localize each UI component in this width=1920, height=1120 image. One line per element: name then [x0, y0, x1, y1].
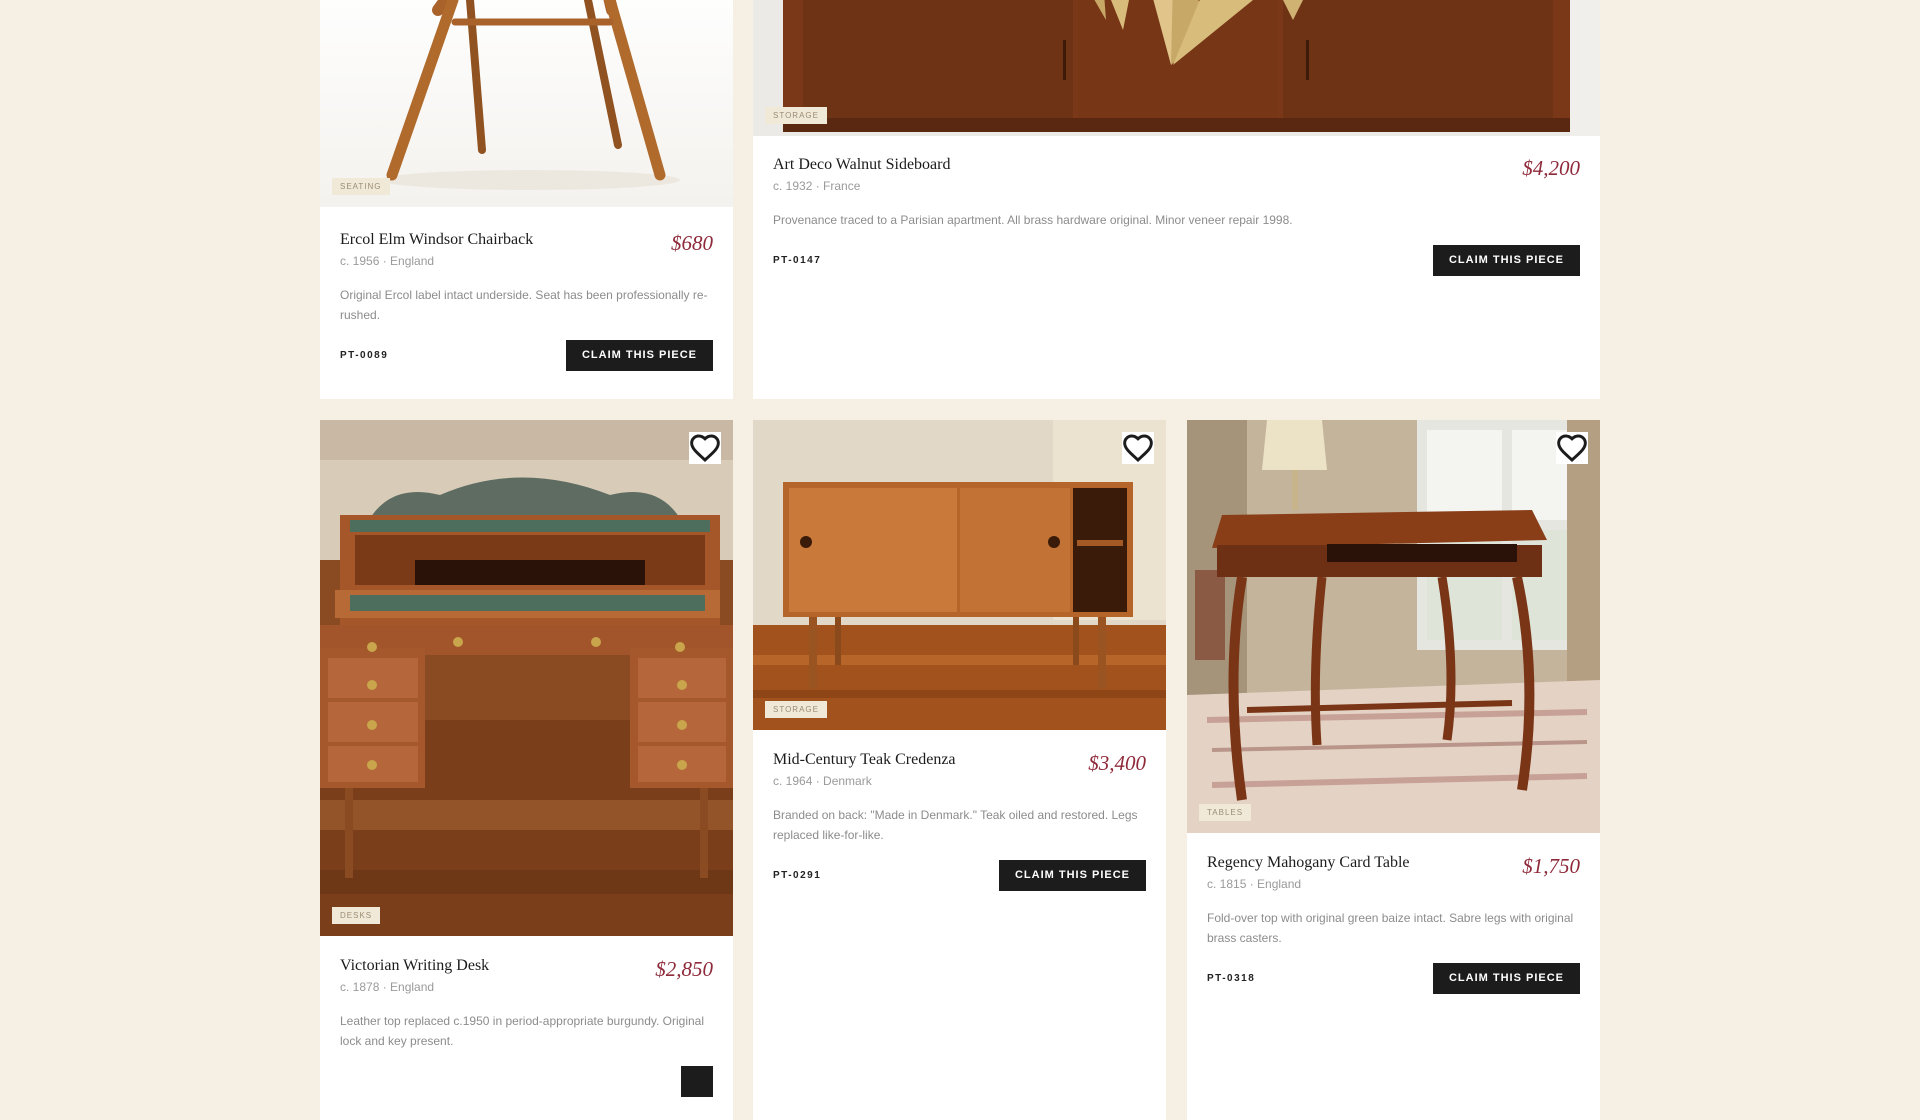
product-image-desk[interactable]: DESKS: [320, 420, 733, 936]
product-description: Provenance traced to a Parisian apartmen…: [773, 213, 1293, 227]
category-badge: SEATING: [332, 178, 390, 195]
favorite-button[interactable]: [1122, 432, 1154, 464]
desk-illustration: [320, 420, 733, 936]
product-description: Branded on back: "Made in Denmark." Teak…: [773, 808, 1138, 842]
product-price: $680: [671, 231, 713, 255]
product-origin: c. 1878 · England: [340, 980, 435, 994]
product-price: $1,750: [1522, 854, 1580, 878]
category-badge: TABLES: [1199, 804, 1252, 821]
product-origin: c. 1956 · England: [340, 254, 435, 268]
product-description: Fold-over top with original green baize …: [1207, 911, 1574, 945]
product-description: Leather top replaced c.1950 in period-ap…: [340, 1014, 705, 1048]
product-origin: c. 1815 · England: [1207, 877, 1302, 891]
product-price: $2,850: [655, 957, 713, 981]
product-image-chair[interactable]: SEATING: [320, 0, 733, 207]
product-price: $3,400: [1088, 751, 1146, 775]
product-price: $4,200: [1522, 156, 1580, 180]
credenza-illustration: [753, 420, 1166, 730]
claim-button[interactable]: CLAIM THIS PIECE: [1432, 245, 1580, 276]
product-title[interactable]: Victorian Writing Desk: [340, 957, 489, 975]
heart-outline-icon: [1557, 434, 1587, 463]
product-sku: PT-0291: [773, 870, 822, 881]
heart-outline-icon: [690, 434, 720, 463]
sideboard-illustration: [753, 0, 1600, 136]
category-badge: STORAGE: [765, 701, 827, 718]
product-sku: PT-0089: [340, 350, 389, 361]
product-card-art-deco-sideboard: STORAGE Art Deco Walnut Sideboard c. 193…: [753, 0, 1600, 399]
claim-button[interactable]: CLAIM THIS PIECE: [565, 340, 713, 371]
product-sku: PT-0318: [1207, 973, 1256, 984]
product-image-credenza[interactable]: STORAGE: [753, 420, 1166, 730]
product-title[interactable]: Regency Mahogany Card Table: [1207, 854, 1410, 872]
product-sku: PT-0147: [773, 255, 822, 266]
product-title[interactable]: Mid-Century Teak Credenza: [773, 751, 956, 769]
product-card-regency-card-table: TABLES Regency Mahogany Card Table c. 18…: [1187, 420, 1600, 1120]
favorite-button[interactable]: [689, 432, 721, 464]
heart-outline-icon: [1123, 434, 1153, 463]
claim-button[interactable]: CLAIM THIS PIECE: [998, 860, 1146, 891]
product-card-mid-century-credenza: STORAGE Mid-Century Teak Credenza c. 196…: [753, 420, 1166, 1120]
product-description: Original Ercol label intact underside. S…: [340, 288, 708, 322]
claim-button[interactable]: [681, 1066, 713, 1097]
product-origin: c. 1932 · France: [773, 179, 861, 193]
product-card-ercol-windsor-chairback: SEATING Ercol Elm Windsor Chairback c. 1…: [320, 0, 733, 399]
product-card-victorian-writing-desk: DESKS Victorian Writing Desk c. 1878 · E…: [320, 420, 733, 1120]
product-title[interactable]: Art Deco Walnut Sideboard: [773, 156, 950, 174]
product-title[interactable]: Ercol Elm Windsor Chairback: [340, 231, 533, 249]
product-image-card-table[interactable]: TABLES: [1187, 420, 1600, 833]
card-table-illustration: [1187, 420, 1600, 833]
category-badge: STORAGE: [765, 107, 827, 124]
favorite-button[interactable]: [1556, 432, 1588, 464]
claim-button[interactable]: CLAIM THIS PIECE: [1432, 963, 1580, 994]
product-image-sideboard[interactable]: STORAGE: [753, 0, 1600, 136]
product-origin: c. 1964 · Denmark: [773, 774, 872, 788]
category-badge: DESKS: [332, 907, 381, 924]
chair-illustration: [320, 0, 733, 207]
